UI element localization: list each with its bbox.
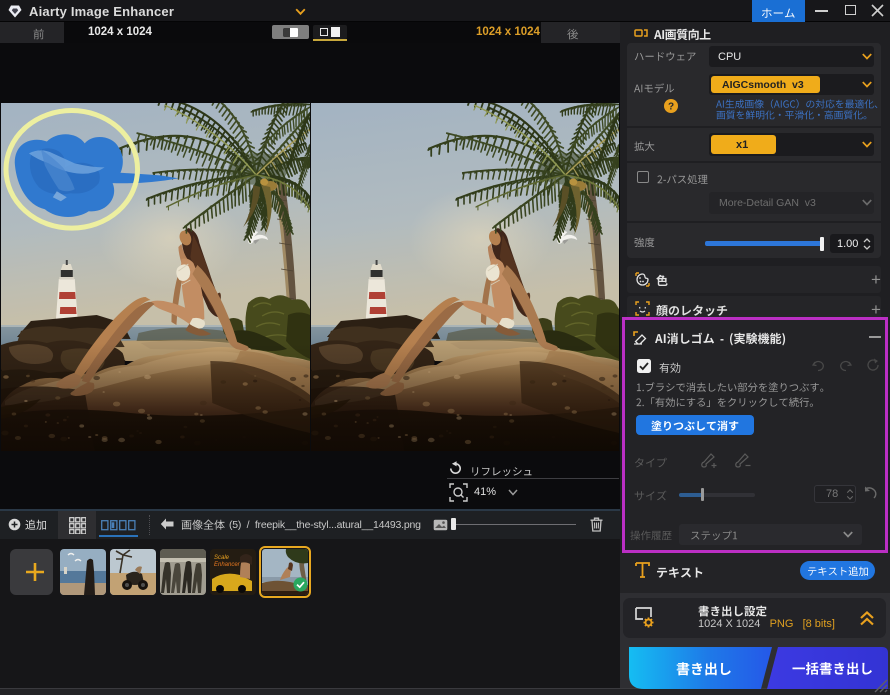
svg-text:?: ? [668,102,674,113]
svg-text:Enhancer: Enhancer [214,562,241,568]
svg-text:Scale: Scale [214,555,230,561]
